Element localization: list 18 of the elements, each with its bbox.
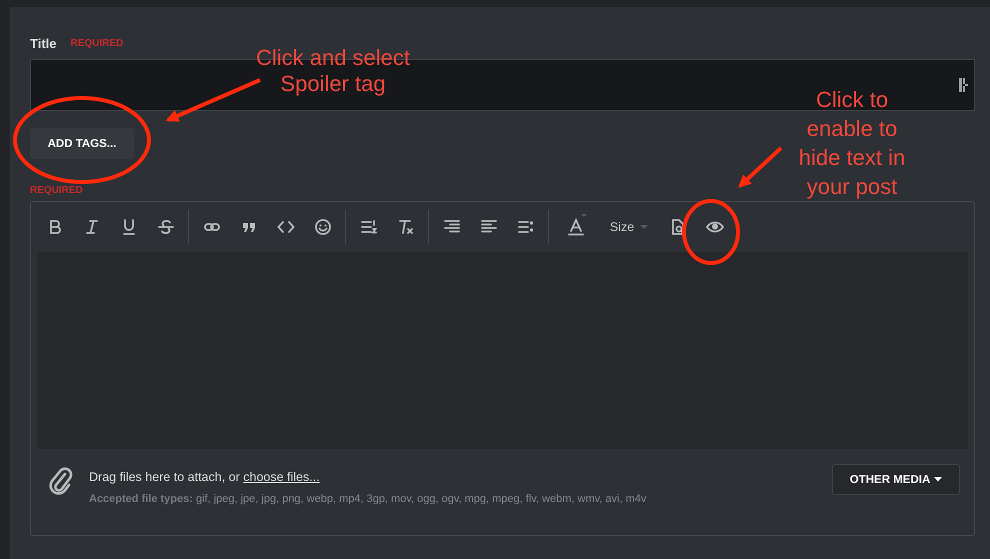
caret-icon bbox=[934, 477, 942, 482]
required-label: REQUIRED bbox=[30, 185, 83, 198]
paperclip-icon bbox=[49, 466, 73, 496]
size-dropdown[interactable]: Size bbox=[599, 210, 659, 244]
required-label: REQUIRED bbox=[70, 38, 124, 48]
caret-icon bbox=[581, 214, 587, 218]
other-media-button[interactable]: OTHER MEDIA bbox=[832, 464, 960, 495]
text-color-icon bbox=[567, 218, 585, 236]
annotation-text: Click and select Spoiler tag bbox=[254, 45, 412, 97]
arrow bbox=[738, 146, 782, 188]
attach-text: Drag files here to attach, or bbox=[89, 470, 241, 484]
choose-files-link[interactable]: choose files... bbox=[243, 470, 320, 484]
title-label: Title bbox=[30, 36, 56, 50]
accepted-file-types: Accepted file types: gif, jpeg, jpe, jpg, png, webp, mp4, 3gp, mov, ogg, ogv, mpg, mpeg, flv, webm, wmv, avi, m4v bbox=[89, 493, 648, 505]
caret-icon bbox=[640, 224, 648, 230]
annotation-text: Click to enable to hide text in your post bbox=[798, 86, 906, 201]
highlight-circle bbox=[682, 199, 740, 265]
add-tags-button[interactable]: ADD TAGS... bbox=[30, 128, 134, 159]
